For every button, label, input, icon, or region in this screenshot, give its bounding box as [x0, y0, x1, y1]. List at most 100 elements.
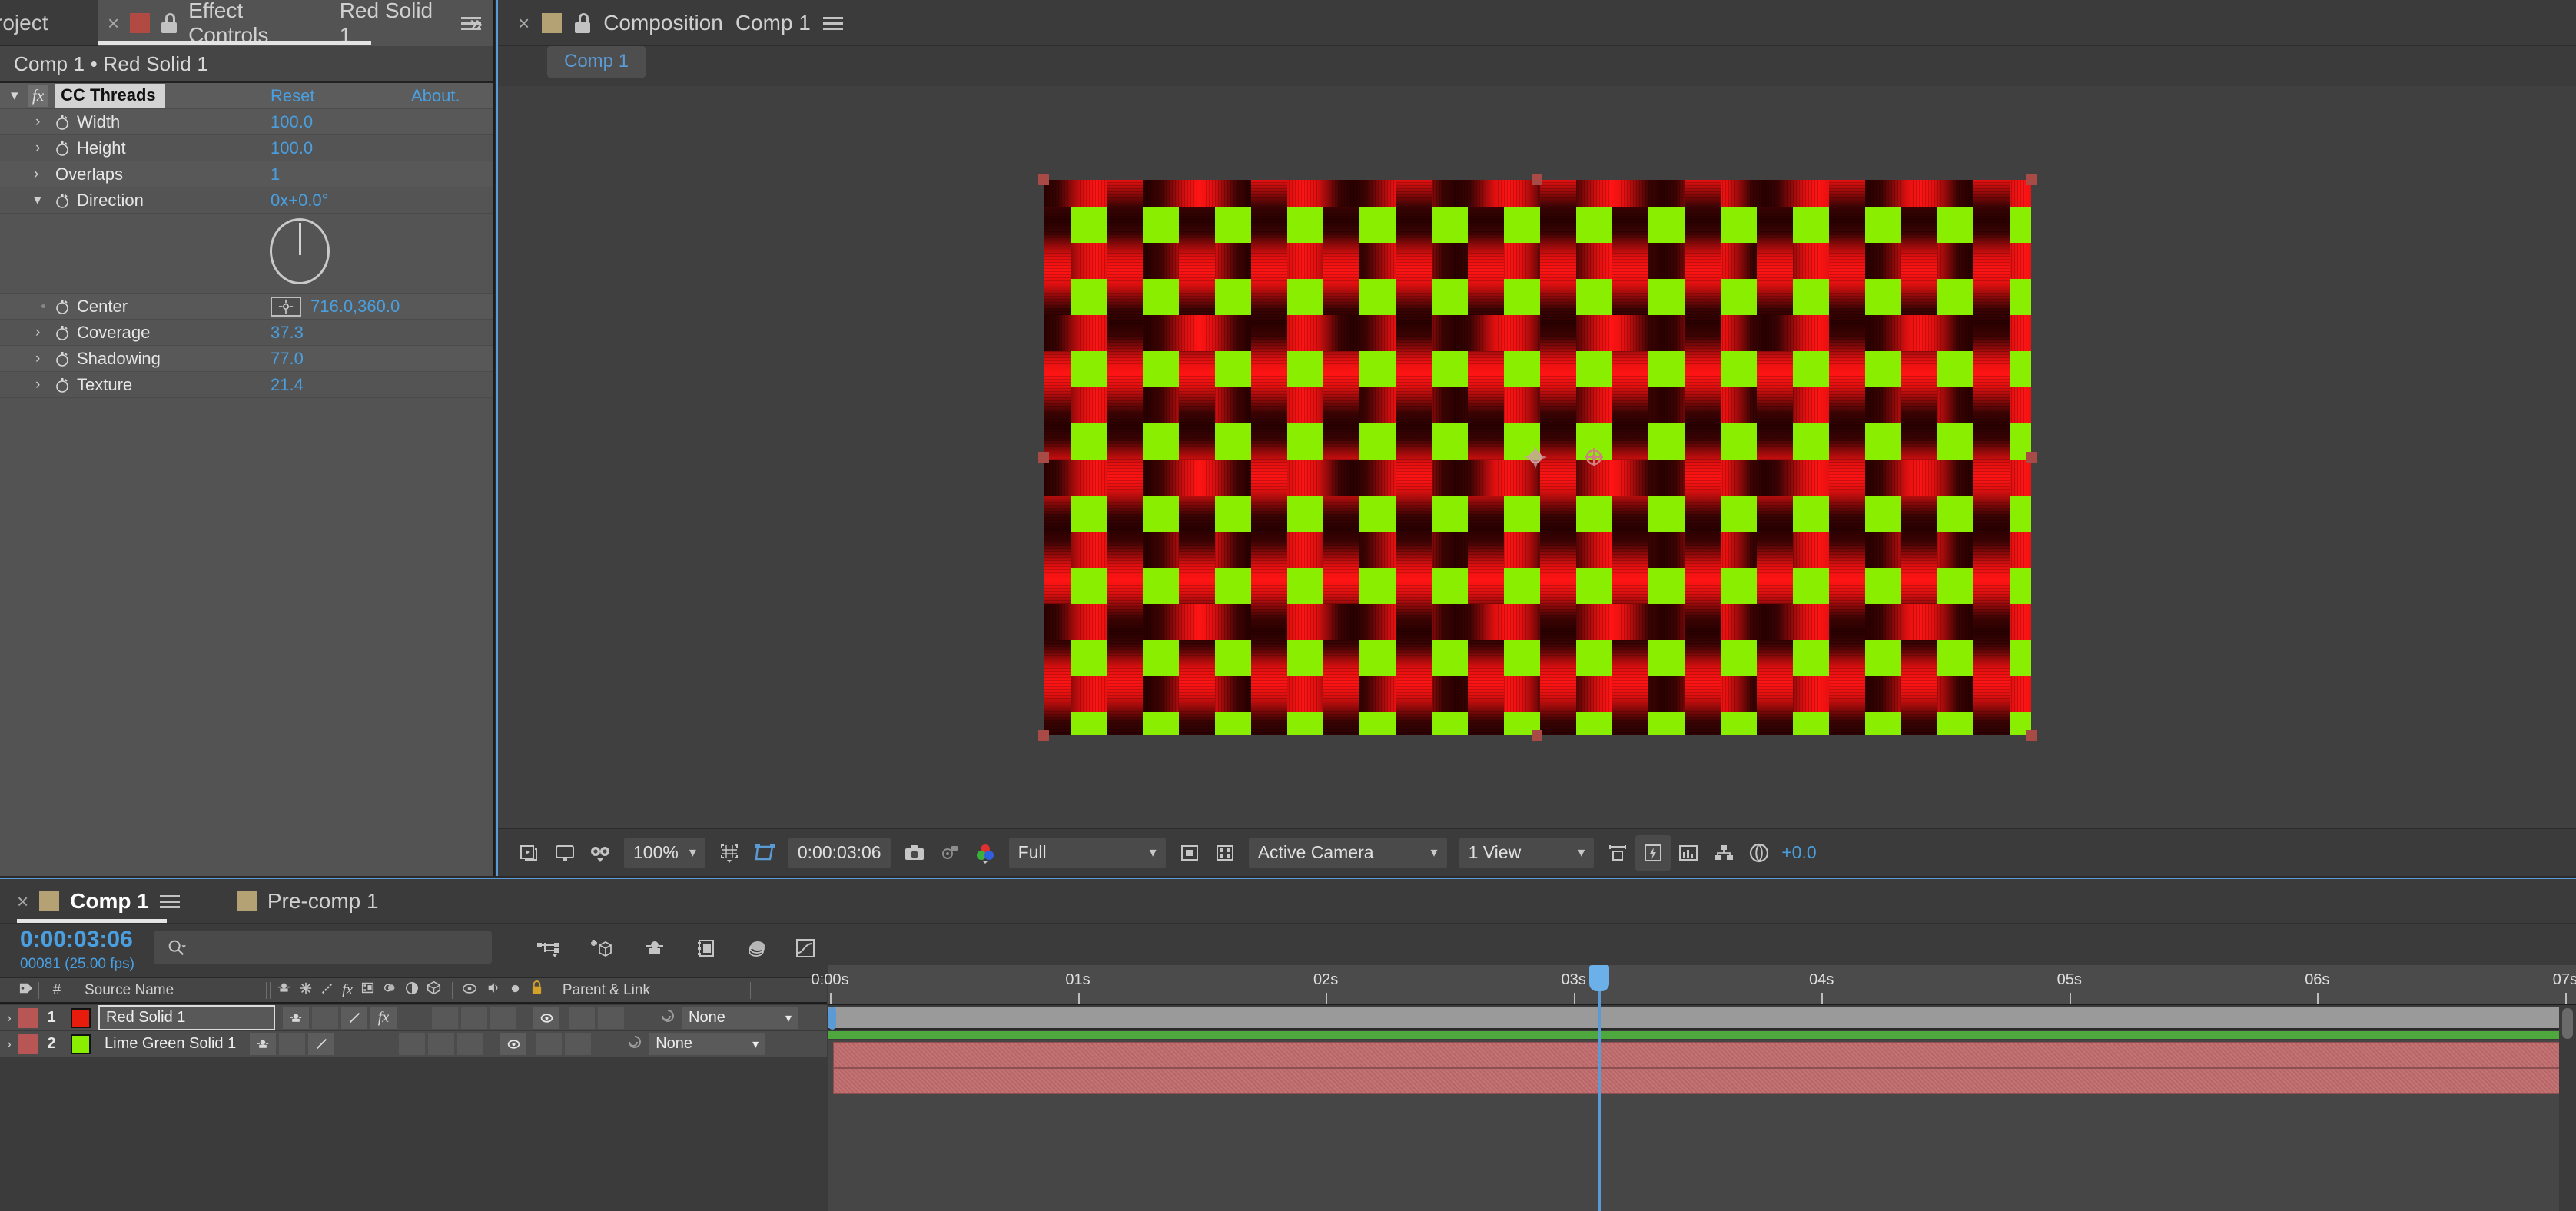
chevron-right-icon[interactable]: ›: [0, 1010, 18, 1026]
param-row-direction[interactable]: ▾ Direction 0x+0.0°: [0, 187, 493, 214]
effect-header-cc-threads[interactable]: ▾ fx CC Threads Reset About.: [0, 83, 493, 109]
layer-color-chip[interactable]: [71, 1007, 91, 1028]
param-row-height[interactable]: › Height 100.0: [0, 135, 493, 161]
chevron-down-icon[interactable]: ▾: [11, 87, 22, 105]
layer-color-chip[interactable]: [71, 1033, 91, 1054]
layer-label-swatch[interactable]: [18, 1007, 38, 1028]
direction-dial-control[interactable]: [0, 214, 493, 294]
param-row-coverage[interactable]: › Coverage 37.3: [0, 320, 493, 346]
frame-blend-toggle[interactable]: [399, 1033, 426, 1055]
work-area-bar[interactable]: [828, 1007, 2576, 1030]
scrollbar-thumb[interactable]: [2562, 1008, 2573, 1039]
close-icon[interactable]: ×: [108, 13, 119, 33]
current-time-display[interactable]: 0:00:03:06: [788, 837, 891, 868]
selection-handle[interactable]: [1531, 729, 1542, 741]
tab-effect-controls[interactable]: × Effect Controls Red Solid 1: [98, 0, 493, 47]
table-row[interactable]: › 1 Red Solid 1 fx None ▾: [0, 1005, 827, 1031]
layer-source-name[interactable]: Red Solid 1: [98, 1005, 275, 1030]
view-layout-selector[interactable]: 1 View ▾: [1459, 837, 1595, 868]
param-value[interactable]: 100.0: [271, 112, 313, 132]
adjustment-toggle[interactable]: [457, 1033, 484, 1055]
comp-canvas[interactable]: [1037, 174, 2037, 741]
parent-pickwhip-icon[interactable]: [626, 1033, 643, 1054]
table-row[interactable]: › 2 Lime Green Solid 1 None ▾: [0, 1031, 827, 1057]
selection-handle[interactable]: [2025, 451, 2037, 463]
video-toggle[interactable]: [533, 1007, 559, 1029]
enable-frame-blending-icon[interactable]: [584, 933, 618, 964]
resolution-selector[interactable]: Full ▾: [1008, 837, 1166, 868]
solo-toggle[interactable]: [565, 1033, 592, 1055]
comp-flowchart-icon[interactable]: [1706, 835, 1741, 871]
timeline-tab-precomp1[interactable]: Pre-comp 1: [267, 889, 379, 914]
effects-toggle[interactable]: [337, 1033, 363, 1055]
timeline-ruler[interactable]: 0:00s 01s 02s 03s 04s 05s 06s 07s: [812, 965, 2576, 1005]
motion-blur-icon[interactable]: [638, 933, 672, 964]
magnification-selector[interactable]: 100% ▾: [624, 837, 705, 868]
close-icon[interactable]: ×: [17, 891, 28, 911]
grid-guides-icon[interactable]: [712, 835, 747, 871]
search-input[interactable]: [154, 931, 492, 964]
lock-icon[interactable]: [574, 12, 591, 33]
parent-selector[interactable]: None ▾: [649, 1033, 765, 1055]
playhead-marker[interactable]: [1588, 965, 1609, 991]
chevron-right-icon[interactable]: ›: [35, 114, 40, 131]
layer-source-name[interactable]: Lime Green Solid 1: [98, 1033, 242, 1055]
selection-handle[interactable]: [1531, 174, 1542, 185]
chevron-down-icon[interactable]: ▾: [34, 191, 41, 209]
selection-handle[interactable]: [2025, 174, 2037, 185]
reset-button[interactable]: Reset: [271, 86, 314, 106]
timeline-tab-comp1[interactable]: Comp 1: [70, 889, 149, 914]
selection-handle[interactable]: [1037, 729, 1049, 741]
snapshot-camera-icon[interactable]: [897, 835, 932, 871]
selection-handle[interactable]: [1037, 451, 1049, 463]
layer-label-swatch[interactable]: [18, 1033, 38, 1054]
exposure-value[interactable]: +0.0: [1781, 842, 1816, 863]
close-icon[interactable]: ×: [518, 13, 529, 33]
selection-handle[interactable]: [2025, 729, 2037, 741]
collapse-toggle[interactable]: [312, 1007, 338, 1029]
point-picker-icon[interactable]: [271, 296, 301, 317]
lock-toggle[interactable]: [594, 1033, 620, 1055]
layer-duration-bar[interactable]: [833, 1068, 2561, 1094]
motion-blur-toggle[interactable]: [428, 1033, 455, 1055]
shy-layers-icon[interactable]: [532, 933, 566, 964]
selection-handle[interactable]: [1037, 174, 1049, 185]
timecode-display[interactable]: 0:00:03:06: [20, 927, 133, 953]
toggle-transparency-grid-icon[interactable]: [1172, 835, 1207, 871]
audio-toggle[interactable]: [569, 1007, 595, 1029]
fast-previews-icon[interactable]: [1635, 834, 1671, 871]
stopwatch-icon[interactable]: [54, 192, 71, 209]
layer-stack-icon[interactable]: [739, 933, 773, 964]
param-row-shadowing[interactable]: › Shadowing 77.0: [0, 346, 493, 372]
timeline-vertical-scrollbar[interactable]: [2559, 1005, 2576, 1211]
graph-editor-icon[interactable]: [788, 933, 822, 964]
transparency-checker-icon[interactable]: [1207, 835, 1243, 871]
effects-toggle[interactable]: fx: [370, 1007, 397, 1029]
stopwatch-icon[interactable]: [54, 298, 71, 315]
tab-project[interactable]: roject: [0, 11, 48, 35]
about-button[interactable]: About.: [411, 86, 460, 106]
video-toggle[interactable]: [500, 1033, 527, 1055]
region-of-interest-icon[interactable]: [747, 835, 782, 871]
quality-toggle[interactable]: [341, 1007, 367, 1029]
param-value[interactable]: 0x+0.0°: [271, 191, 328, 211]
panel-menu-icon[interactable]: [822, 15, 843, 31]
adjustment-toggle[interactable]: [490, 1007, 516, 1029]
playhead-line[interactable]: [1598, 965, 1601, 1211]
solo-toggle[interactable]: [598, 1007, 624, 1029]
composition-stage[interactable]: [498, 86, 2576, 828]
param-value[interactable]: 37.3: [271, 323, 304, 343]
stopwatch-icon[interactable]: [54, 140, 71, 157]
anchor-point-icon[interactable]: [1523, 445, 1547, 469]
chevron-right-icon[interactable]: ›: [0, 1037, 18, 1052]
quality-toggle[interactable]: [308, 1033, 335, 1055]
expand-panels-icon[interactable]: »: [470, 11, 483, 37]
chevron-right-icon[interactable]: ›: [35, 377, 40, 393]
chevron-right-icon[interactable]: ›: [35, 350, 40, 367]
collapse-toggle[interactable]: [279, 1033, 306, 1055]
shy-toggle[interactable]: [283, 1007, 309, 1029]
pixel-aspect-correction-icon[interactable]: [1600, 835, 1635, 871]
chevron-right-icon[interactable]: ›: [34, 166, 38, 183]
always-preview-icon[interactable]: [512, 835, 547, 871]
param-row-texture[interactable]: › Texture 21.4: [0, 372, 493, 398]
